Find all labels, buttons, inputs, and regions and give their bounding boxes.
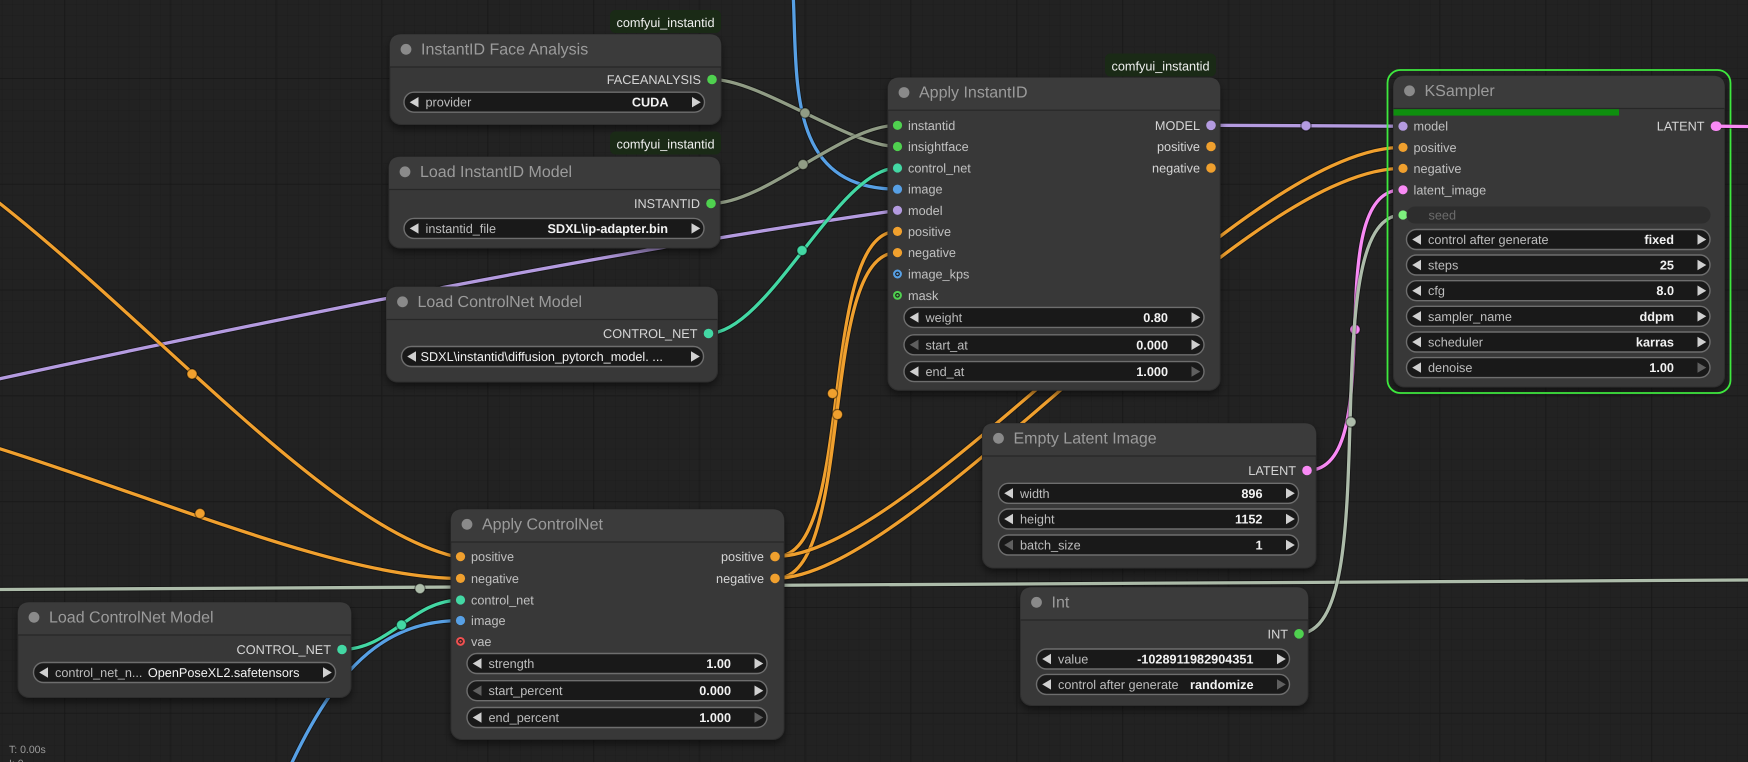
svg-text:negative: negative xyxy=(716,572,764,586)
svg-text:0.000: 0.000 xyxy=(1136,338,1168,352)
svg-text:1.000: 1.000 xyxy=(1136,365,1168,379)
svg-text:1.000: 1.000 xyxy=(699,711,731,725)
svg-text:mask: mask xyxy=(908,289,939,303)
svg-text:control after generate: control after generate xyxy=(1058,678,1179,692)
svg-text:1: 1 xyxy=(1255,539,1262,553)
svg-text:provider: provider xyxy=(426,96,473,110)
svg-text:value: value xyxy=(1058,653,1088,667)
svg-text:end_percent: end_percent xyxy=(489,711,560,725)
svg-text:weight: weight xyxy=(925,311,963,325)
svg-text:MODEL: MODEL xyxy=(1155,119,1200,133)
svg-text:negative: negative xyxy=(1152,162,1200,176)
svg-text:image: image xyxy=(471,614,506,628)
svg-text:height: height xyxy=(1020,513,1055,527)
svg-text:model: model xyxy=(1414,120,1449,134)
svg-text:image_kps: image_kps xyxy=(908,268,969,282)
svg-text:INSTANTID: INSTANTID xyxy=(634,197,700,211)
svg-text:comfyui_instantid: comfyui_instantid xyxy=(1111,60,1209,74)
svg-text:1.00: 1.00 xyxy=(1649,361,1674,375)
svg-text:Apply ControlNet: Apply ControlNet xyxy=(482,516,604,533)
svg-text:FACEANALYSIS: FACEANALYSIS xyxy=(607,73,701,87)
svg-text:control_net: control_net xyxy=(471,594,534,608)
svg-text:comfyui_instantid: comfyui_instantid xyxy=(616,16,714,30)
svg-text:0.000: 0.000 xyxy=(699,684,731,698)
svg-text:OpenPoseXL2.safetensors: OpenPoseXL2.safetensors xyxy=(148,666,300,680)
svg-text:start_percent: start_percent xyxy=(489,684,564,698)
svg-text:-1028911982904351: -1028911982904351 xyxy=(1137,653,1253,667)
svg-text:InstantID Face Analysis: InstantID Face Analysis xyxy=(421,41,588,58)
svg-text:cfg: cfg xyxy=(1428,284,1445,298)
svg-text:LATENT: LATENT xyxy=(1248,464,1296,478)
svg-text:negative: negative xyxy=(1414,162,1462,176)
svg-text:Int: Int xyxy=(1052,594,1070,611)
svg-text:end_at: end_at xyxy=(926,365,965,379)
svg-text:Load ControlNet Model: Load ControlNet Model xyxy=(418,294,583,311)
svg-text:CUDA: CUDA xyxy=(632,96,669,110)
svg-text:T: 0.00s: T: 0.00s xyxy=(9,744,46,756)
svg-text:fixed: fixed xyxy=(1644,233,1674,247)
svg-text:INT: INT xyxy=(1268,627,1289,641)
svg-text:control after generate: control after generate xyxy=(1428,233,1549,247)
svg-text:seed: seed xyxy=(1429,208,1457,222)
svg-text:SDXL\ip-adapter.bin: SDXL\ip-adapter.bin xyxy=(547,222,668,236)
svg-text:positive: positive xyxy=(1157,140,1200,154)
svg-text:image: image xyxy=(908,183,943,197)
svg-text:width: width xyxy=(1019,487,1050,501)
svg-text:0.80: 0.80 xyxy=(1143,311,1168,325)
svg-text:karras: karras xyxy=(1636,336,1674,350)
svg-text:8.0: 8.0 xyxy=(1656,284,1674,298)
svg-text:negative: negative xyxy=(471,572,519,586)
svg-text:latent_image: latent_image xyxy=(1414,183,1487,197)
svg-text:control_net_n...: control_net_n... xyxy=(55,666,142,680)
svg-text:1152: 1152 xyxy=(1235,513,1263,527)
svg-text:vae: vae xyxy=(471,635,491,649)
svg-text:CONTROL_NET: CONTROL_NET xyxy=(603,327,698,341)
svg-text:25: 25 xyxy=(1660,259,1674,273)
svg-text:instantid_file: instantid_file xyxy=(426,222,497,236)
svg-text:insightface: insightface xyxy=(908,140,969,154)
svg-text:Empty Latent Image: Empty Latent Image xyxy=(1014,430,1157,447)
svg-text:ddpm: ddpm xyxy=(1639,310,1674,324)
svg-text:steps: steps xyxy=(1428,259,1458,273)
svg-text:strength: strength xyxy=(489,657,535,671)
svg-text:positive: positive xyxy=(471,550,514,564)
svg-text:control_net: control_net xyxy=(908,162,971,176)
svg-text:SDXL\instantid\diffusion_pytor: SDXL\instantid\diffusion_pytorch_model. … xyxy=(421,350,663,364)
svg-text:CONTROL_NET: CONTROL_NET xyxy=(237,643,332,657)
svg-text:positive: positive xyxy=(908,225,951,239)
svg-text:model: model xyxy=(908,204,943,218)
svg-text:1.00: 1.00 xyxy=(706,657,731,671)
svg-text:Load ControlNet Model: Load ControlNet Model xyxy=(49,609,214,626)
svg-text:negative: negative xyxy=(908,246,956,260)
svg-text:Apply InstantID: Apply InstantID xyxy=(919,85,1028,102)
svg-text:positive: positive xyxy=(721,550,764,564)
svg-text:I: 0: I: 0 xyxy=(9,758,24,762)
svg-text:sampler_name: sampler_name xyxy=(1428,310,1512,324)
svg-text:KSampler: KSampler xyxy=(1425,83,1496,100)
svg-text:positive: positive xyxy=(1414,141,1457,155)
svg-text:LATENT: LATENT xyxy=(1657,120,1705,134)
svg-text:batch_size: batch_size xyxy=(1020,539,1081,553)
svg-text:randomize: randomize xyxy=(1190,678,1253,692)
svg-text:denoise: denoise xyxy=(1428,361,1472,375)
svg-text:Load InstantID Model: Load InstantID Model xyxy=(420,164,572,181)
svg-text:scheduler: scheduler xyxy=(1428,336,1484,350)
svg-text:instantid: instantid xyxy=(908,119,955,133)
svg-text:start_at: start_at xyxy=(926,338,969,352)
svg-text:comfyui_instantid: comfyui_instantid xyxy=(616,138,714,152)
svg-text:896: 896 xyxy=(1241,487,1262,501)
